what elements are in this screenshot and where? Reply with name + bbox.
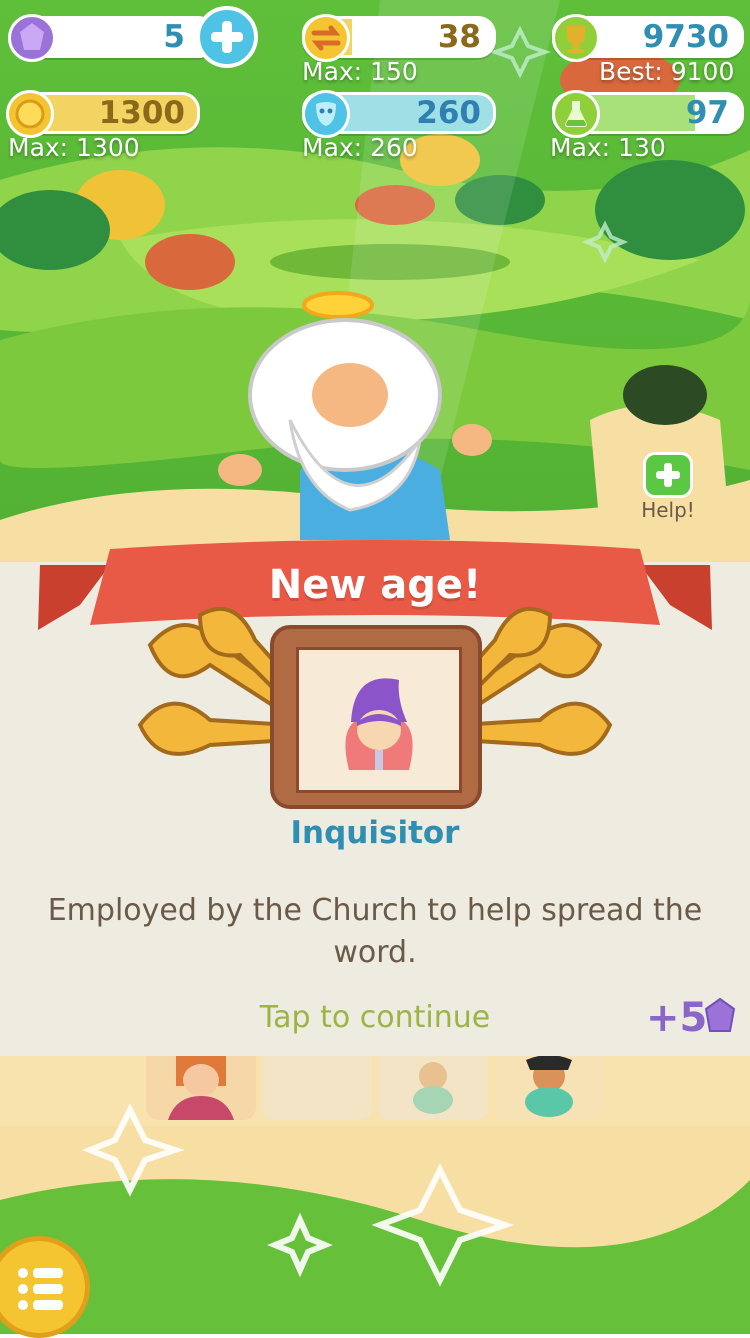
faith-count: 260 xyxy=(416,95,481,131)
best-score-label: Best: 9100 xyxy=(599,57,735,86)
gem-count: 5 xyxy=(163,19,185,55)
unit-name: Inquisitor xyxy=(290,815,460,851)
menu-button[interactable] xyxy=(0,1236,90,1338)
help-label: Help! xyxy=(641,498,695,522)
flask-icon xyxy=(552,90,600,138)
potion-max-label: Max: 130 xyxy=(550,133,666,162)
coin-count: 1300 xyxy=(98,95,185,131)
swaps-count: 38 xyxy=(437,19,481,55)
help-button[interactable]: Help! xyxy=(637,452,699,522)
gem-reward: +5 xyxy=(646,995,708,1041)
menu-icon xyxy=(18,1268,63,1310)
unit-card[interactable] xyxy=(262,1056,372,1120)
coin-icon xyxy=(6,90,54,138)
gem-icon xyxy=(8,14,56,62)
swaps-max-label: Max: 150 xyxy=(302,57,418,86)
unit-portrait xyxy=(296,647,462,793)
dancer-icon xyxy=(525,1055,573,1117)
plus-icon xyxy=(643,452,693,498)
coins-max-label: Max: 1300 xyxy=(8,133,140,162)
dancer-icon xyxy=(413,1062,453,1114)
plus-icon xyxy=(211,21,243,53)
queen-icon xyxy=(168,1056,234,1120)
unit-portrait-frame xyxy=(270,625,482,809)
tap-to-continue[interactable]: Tap to continue xyxy=(0,1000,750,1035)
mask-icon xyxy=(302,90,350,138)
unit-card[interactable] xyxy=(146,1056,256,1120)
trophy-icon xyxy=(552,14,600,62)
new-age-banner: New age! xyxy=(268,562,482,608)
potion-count: 97 xyxy=(685,95,729,131)
unit-description: Employed by the Church to help spread th… xyxy=(47,893,703,970)
add-gems-button[interactable] xyxy=(196,6,258,68)
score-value: 9730 xyxy=(642,19,729,55)
inquisitor-icon xyxy=(345,678,413,770)
gem-icon xyxy=(704,997,736,1032)
arrows-icon xyxy=(302,14,350,62)
unit-card[interactable] xyxy=(494,1055,604,1120)
faith-max-label: Max: 260 xyxy=(302,133,418,162)
unit-card[interactable] xyxy=(378,1056,488,1120)
